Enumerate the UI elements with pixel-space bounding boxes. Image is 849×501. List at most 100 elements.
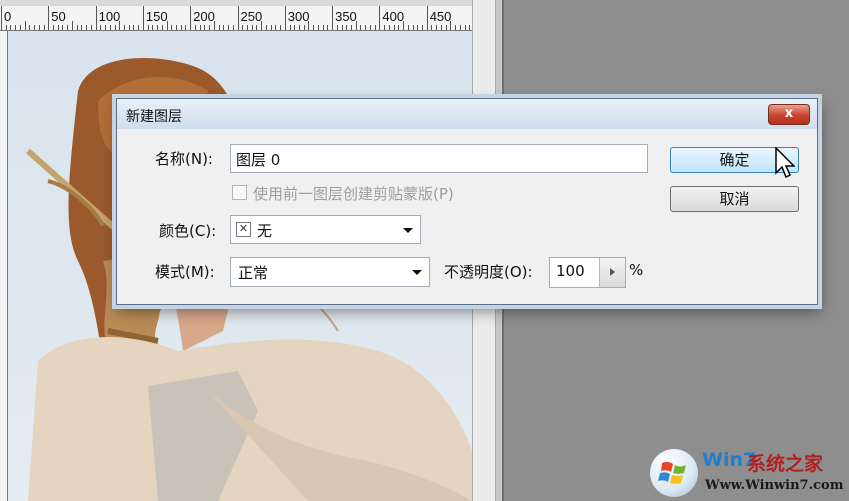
vertical-ruler[interactable] [0,31,8,501]
ruler-minor-tick [355,21,357,30]
ruler-minor-tick [374,25,376,30]
ruler-label: 200 [193,9,215,24]
ruler-minor-tick [38,25,40,30]
ruler-label: 0 [4,9,12,24]
color-label: 颜色(C): [159,222,217,240]
ruler-minor-tick [336,25,338,30]
name-input-value: 图层 0 [236,151,281,169]
ruler-minor-tick [133,25,135,30]
ruler-minor-tick [15,25,17,30]
ruler-minor-tick [10,25,12,30]
ruler-minor-tick [407,25,409,30]
ruler-minor-tick [109,25,111,30]
opacity-slider-toggle[interactable] [599,258,625,287]
ruler-label: 50 [51,9,66,24]
ruler-minor-tick [436,25,438,30]
ruler-minor-tick [440,25,442,30]
ruler-minor-tick [398,25,400,30]
name-input[interactable]: 图层 0 [230,144,648,173]
ruler-label: 450 [429,9,452,24]
ruler-minor-tick [100,25,102,30]
ruler-major-tick [284,6,286,30]
clip-mask-checkbox-label: 使用前一图层创建剪贴蒙版(P) [253,185,454,203]
ruler-minor-tick [303,25,305,30]
ruler-minor-tick [251,25,253,30]
ruler-minor-tick [114,25,116,30]
ruler-minor-tick [209,25,211,30]
ruler-minor-tick [157,25,159,30]
mode-select[interactable]: 正常 [230,257,430,287]
ruler-minor-tick [166,21,168,30]
watermark-brand-cn: 系统之家 [747,453,824,475]
ruler-minor-tick [322,25,324,30]
ruler-minor-tick [152,25,154,30]
ruler-minor-tick [431,25,433,30]
ruler-minor-tick [270,25,272,30]
ruler-minor-tick [176,25,177,30]
dialog-title: 新建图层 [126,109,182,125]
horizontal-ruler[interactable]: 0 50 100 150 200 250 300 350 400 450 [0,6,472,31]
ruler-major-tick [190,6,192,30]
mode-select-value: 正常 [238,264,269,282]
ruler-minor-tick [24,21,26,30]
ruler-minor-tick [455,25,457,30]
ruler-minor-tick [308,21,310,30]
close-button[interactable]: x [768,104,810,125]
ruler-major-tick [142,6,144,30]
ruler-minor-tick [223,25,225,30]
ruler-minor-tick [199,25,201,30]
ruler-minor-tick [265,25,267,30]
ruler-minor-tick [67,25,69,30]
mode-label: 模式(M): [155,263,215,281]
ruler-minor-tick [412,25,414,30]
ruler-minor-tick [388,25,390,30]
ruler-minor-tick [119,21,121,30]
ruler-minor-tick [261,21,263,30]
watermark-url: Www.Winwin7.com [705,478,844,493]
opacity-unit: % [629,261,644,279]
ruler-minor-tick [256,25,258,30]
clip-mask-checkbox[interactable] [232,185,247,200]
ruler-label: 350 [335,9,357,24]
ruler-minor-tick [360,25,362,30]
opacity-value: 100 [556,262,585,280]
ruler-minor-tick [185,25,187,30]
color-select-value: 无 [257,222,273,240]
ruler-major-tick [95,6,97,30]
ruler-minor-tick [232,25,234,30]
ruler-minor-tick [246,25,248,30]
cancel-button-label: 取消 [719,190,750,208]
ruler-minor-tick [5,25,7,30]
dialog-title-bar[interactable]: 新建图层 x [117,99,817,129]
mouse-cursor-icon [775,147,795,179]
watermark: Win7 系统之家 Www.Winwin7.com [650,445,849,501]
ruler-minor-tick [450,21,452,30]
windows-logo-icon [650,449,698,497]
ruler-minor-tick [123,25,125,30]
x-swatch-icon: ✕ [236,222,251,237]
ruler-label: 100 [98,9,121,24]
opacity-input[interactable]: 100 [549,257,626,288]
ruler-minor-tick [218,25,220,30]
opacity-label: 不透明度(O): [444,263,533,281]
ruler-minor-tick [298,25,300,30]
ruler-minor-tick [294,25,296,30]
name-label: 名称(N): [155,150,213,168]
cancel-button[interactable]: 取消 [670,186,799,212]
ruler-minor-tick [469,25,471,30]
ruler-minor-tick [403,21,405,30]
ruler-minor-tick [213,21,215,30]
ruler-minor-tick [57,25,59,30]
ruler-minor-tick [421,25,423,30]
ruler-minor-tick [194,25,196,30]
ruler-minor-tick [384,25,386,30]
ruler-minor-tick [346,25,348,30]
ruler-minor-tick [43,25,45,30]
color-select[interactable]: ✕ 无 [230,215,421,244]
close-icon: x [784,106,794,121]
chevron-down-icon [412,270,422,275]
ruler-label: 150 [145,9,168,24]
ruler-minor-tick [147,25,149,30]
ruler-minor-tick [90,25,92,30]
ruler-minor-tick [81,25,83,30]
